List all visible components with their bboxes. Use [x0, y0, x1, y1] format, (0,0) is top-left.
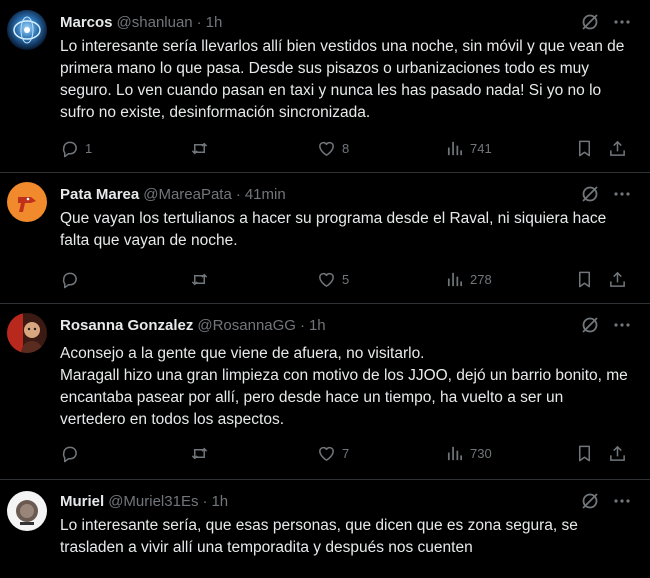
reply-button[interactable]: [60, 270, 85, 289]
avatar[interactable]: [7, 491, 47, 531]
separator-dot: ·: [299, 316, 305, 334]
views-chart-icon: [447, 141, 463, 156]
like-button[interactable]: 5: [317, 270, 349, 289]
reply-icon: [62, 446, 77, 463]
separator-dot: ·: [196, 13, 202, 31]
like-count: 7: [342, 446, 350, 461]
heart-icon: [319, 272, 334, 287]
author-handle[interactable]: @Muriel31Es: [108, 493, 198, 510]
reply-button[interactable]: [60, 444, 85, 463]
bookmark-icon: [578, 445, 591, 462]
views-count: 730: [470, 446, 492, 461]
author-handle[interactable]: @MareaPata: [143, 186, 232, 203]
heart-icon: [319, 141, 334, 156]
tweet[interactable]: Marcos @shanluan · 1h Lo interesante ser…: [0, 0, 650, 173]
grok-icon[interactable]: [580, 12, 600, 32]
tweet-text: Que vayan los tertulianos a hacer su pro…: [60, 210, 607, 249]
action-bar: 7 730: [60, 444, 640, 464]
views-count: 278: [470, 272, 492, 287]
tweet[interactable]: Rosanna Gonzalez @RosannaGG · 1h Aconsej…: [0, 303, 650, 480]
views-button[interactable]: 730: [445, 444, 492, 463]
avatar[interactable]: [7, 313, 47, 353]
globe-avatar-icon: [7, 10, 47, 50]
share-button[interactable]: [608, 444, 627, 463]
more-options-icon[interactable]: [612, 491, 632, 511]
like-button[interactable]: 7: [317, 444, 349, 463]
bookmark-button[interactable]: [575, 270, 594, 289]
timestamp[interactable]: 1h: [206, 14, 223, 31]
repost-icon: [191, 273, 208, 286]
portrait-avatar-icon: [7, 313, 47, 353]
share-icon: [610, 140, 625, 156]
tweet-text: Lo interesante sería, que esas personas,…: [60, 517, 578, 556]
separator-dot: ·: [235, 185, 241, 203]
grok-icon[interactable]: [580, 491, 600, 511]
avatar[interactable]: [7, 182, 47, 222]
separator-dot: ·: [202, 492, 208, 510]
author-name[interactable]: Pata Marea: [60, 186, 139, 203]
bookmark-button[interactable]: [575, 139, 594, 158]
grok-icon[interactable]: [580, 184, 600, 204]
author-handle[interactable]: @RosannaGG: [197, 317, 296, 334]
repost-icon: [191, 142, 208, 155]
repost-icon: [191, 447, 208, 460]
more-options-icon[interactable]: [612, 315, 632, 335]
views-chart-icon: [447, 272, 463, 287]
repost-button[interactable]: [190, 270, 215, 289]
action-bar: 1 8 741: [60, 139, 640, 159]
author-name[interactable]: Muriel: [60, 493, 104, 510]
author-name[interactable]: Rosanna Gonzalez: [60, 317, 193, 334]
badge-avatar-icon: [7, 491, 47, 531]
tweet[interactable]: Pata Marea @MareaPata · 41min Que vayan …: [0, 172, 650, 304]
grok-icon[interactable]: [580, 315, 600, 335]
more-options-icon[interactable]: [612, 184, 632, 204]
tweet-text: Lo interesante sería llevarlos allí bien…: [60, 38, 625, 121]
views-count: 741: [470, 141, 492, 156]
bookmark-icon: [578, 271, 591, 288]
timestamp[interactable]: 1h: [211, 493, 228, 510]
author-name[interactable]: Marcos: [60, 14, 113, 31]
reply-icon: [62, 272, 77, 289]
repost-button[interactable]: [190, 139, 215, 158]
share-icon: [610, 271, 625, 287]
bookmark-button[interactable]: [575, 444, 594, 463]
reply-button[interactable]: 1: [60, 139, 92, 158]
duck-logo-avatar-icon: [7, 182, 47, 222]
author-handle[interactable]: @shanluan: [117, 14, 193, 31]
reply-icon: [62, 141, 77, 158]
views-button[interactable]: 278: [445, 270, 492, 289]
like-count: 5: [342, 272, 350, 287]
timestamp[interactable]: 1h: [309, 317, 326, 334]
views-chart-icon: [447, 446, 463, 461]
more-options-icon[interactable]: [612, 12, 632, 32]
share-button[interactable]: [608, 270, 627, 289]
heart-icon: [319, 446, 334, 461]
share-icon: [610, 445, 625, 461]
tweet[interactable]: Muriel @Muriel31Es · 1h Lo interesante s…: [0, 479, 650, 578]
action-bar: 5 278: [60, 270, 640, 290]
tweet-text: Aconsejo a la gente que viene de afuera,…: [60, 345, 628, 428]
avatar[interactable]: [7, 10, 47, 50]
share-button[interactable]: [608, 139, 627, 158]
bookmark-icon: [578, 140, 591, 157]
repost-button[interactable]: [190, 444, 215, 463]
like-count: 8: [342, 141, 350, 156]
views-button[interactable]: 741: [445, 139, 492, 158]
timestamp[interactable]: 41min: [245, 186, 286, 203]
like-button[interactable]: 8: [317, 139, 349, 158]
reply-count: 1: [85, 141, 93, 156]
